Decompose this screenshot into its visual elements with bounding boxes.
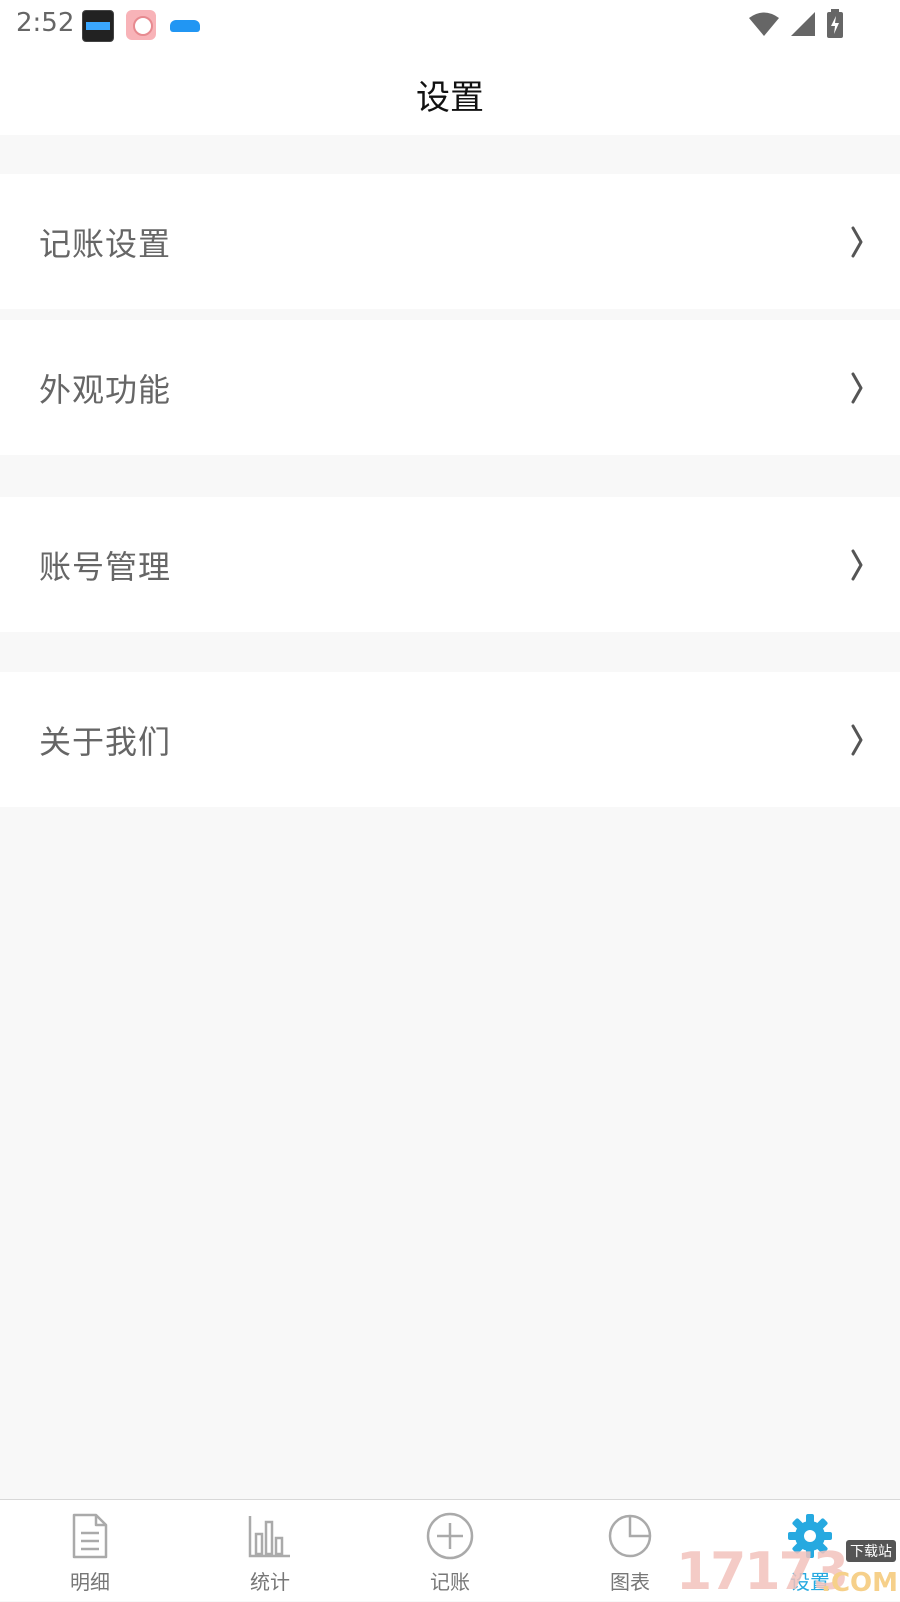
settings-item-label: 关于我们 — [39, 722, 172, 761]
chevron-right-icon — [851, 226, 863, 257]
car-app-icon — [170, 10, 200, 40]
signal-icon — [791, 12, 815, 36]
settings-item-account[interactable]: 账号管理 — [0, 497, 900, 632]
nav-item-settings[interactable]: 设置 — [720, 1500, 900, 1600]
settings-item-label: 外观功能 — [39, 370, 172, 409]
nav-label: 明细 — [70, 1570, 110, 1594]
app-header: 设置 — [0, 50, 900, 135]
bar-chart-icon — [248, 1516, 290, 1558]
document-icon — [72, 1513, 108, 1559]
battery-charging-icon — [827, 9, 843, 38]
nav-item-statistics[interactable]: 统计 — [180, 1500, 360, 1600]
pie-chart-icon — [608, 1514, 652, 1558]
nav-label: 图表 — [610, 1570, 650, 1594]
gear-icon — [788, 1514, 832, 1558]
page-title: 设置 — [416, 78, 484, 118]
chevron-right-icon — [851, 724, 863, 755]
plus-circle-icon — [426, 1512, 474, 1560]
nav-item-charts[interactable]: 图表 — [540, 1500, 720, 1600]
wifi-icon — [749, 12, 779, 36]
nav-item-add-record[interactable]: 记账 — [360, 1500, 540, 1600]
rice-app-icon — [126, 10, 156, 40]
settings-item-bookkeeping[interactable]: 记账设置 — [0, 174, 900, 309]
settings-item-label: 账号管理 — [39, 547, 172, 586]
chevron-right-icon — [851, 372, 863, 403]
clock-widget-icon — [82, 10, 114, 42]
settings-item-about[interactable]: 关于我们 — [0, 672, 900, 807]
status-time: 2:52 — [16, 8, 75, 38]
settings-item-label: 记账设置 — [39, 224, 172, 263]
bottom-nav: 明细 统计 记账 图表 设置 — [0, 1499, 900, 1601]
status-system-icons — [748, 9, 844, 39]
nav-label: 设置 — [790, 1570, 830, 1594]
chevron-right-icon — [851, 549, 863, 580]
nav-label: 记账 — [430, 1570, 470, 1594]
settings-item-appearance[interactable]: 外观功能 — [0, 320, 900, 455]
nav-label: 统计 — [250, 1570, 290, 1594]
status-bar: 2:52 — [0, 0, 900, 50]
nav-item-details[interactable]: 明细 — [0, 1500, 180, 1600]
